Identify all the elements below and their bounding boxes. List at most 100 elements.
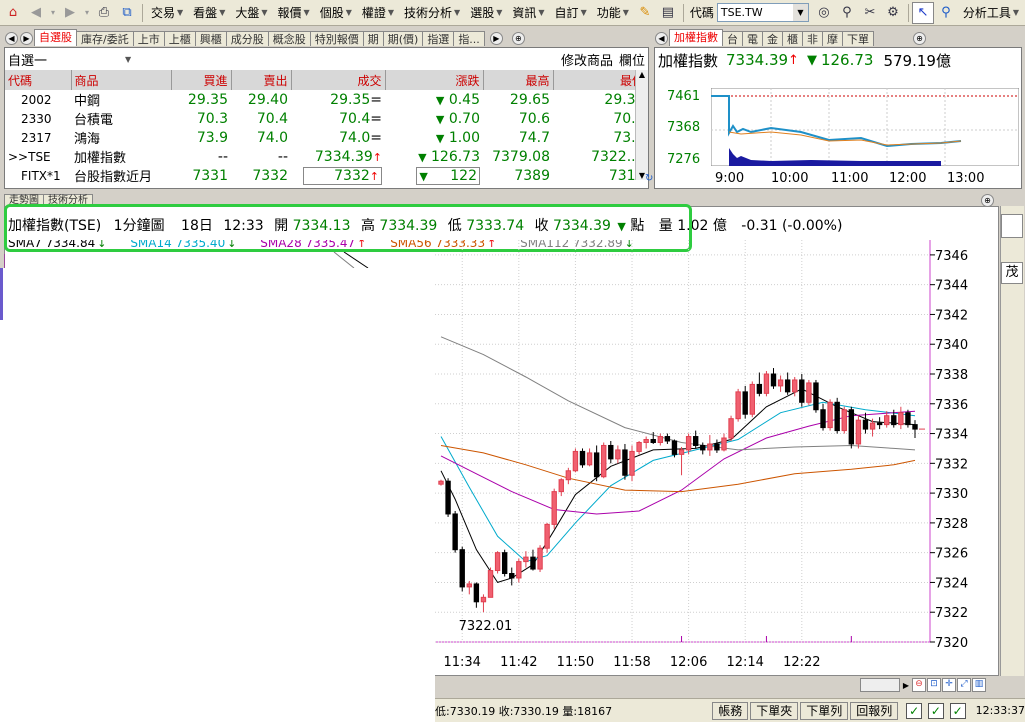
tools-icon[interactable]: ✂ [859,2,881,24]
col-high[interactable]: 最高 [483,70,554,90]
menu-item-screener[interactable]: 選股 ▼ [465,2,507,24]
tab-otc-index[interactable]: 櫃 [782,31,803,46]
chevron-down-icon[interactable]: ▼ [792,4,808,21]
table-row[interactable]: 2330 台積電 70.3 70.4 70.4= ▼ 0.70 70.6 70.… [5,109,648,129]
zoom-in-icon[interactable]: ⊕ [913,32,926,45]
strip-sma-line [343,252,369,268]
table-row[interactable]: FITX*1 台股指數近月 7331 7332 7332↑ ▼ 122 7389… [5,166,648,185]
pen-icon[interactable]: ✎ [634,2,656,24]
print-icon[interactable]: ⎙ [93,2,115,24]
tab-special[interactable]: 特別報價 [309,31,364,46]
collapse-icon[interactable]: ↻ [645,173,653,184]
tab-inventory[interactable]: 庫存/委託 [76,31,134,46]
menu-item-analysis-tool[interactable]: 分析工具 ▼ [958,2,1024,24]
zoom-fit-icon[interactable]: ⊡ [927,678,941,692]
table-row[interactable]: 2317 鴻海 73.9 74.0 74.0= ▼ 1.00 74.7 73.1 [5,128,648,148]
quote-scrollbar[interactable]: ▲ ▼ [635,70,648,180]
candle-down [742,391,748,415]
candle-down [530,556,536,570]
col-last[interactable]: 成交 [291,70,386,90]
zoom-in-icon[interactable]: ⊕ [511,32,525,45]
side-scroll-up[interactable] [1001,214,1023,238]
search-icon[interactable]: ⚲ [836,2,858,24]
crosshair-icon[interactable]: ✛ [942,678,956,692]
account-button[interactable]: 帳務 [712,701,749,720]
columns-button[interactable]: 欄位 [619,50,645,69]
scroll-track[interactable] [860,678,900,692]
code-input[interactable]: TSE.TW ▼ [716,3,809,22]
ytick-label: 7276 [667,152,701,167]
col-name[interactable]: 商品 [71,70,172,90]
tab-futures[interactable]: 期 [362,31,384,46]
menu-item-warrant[interactable]: 權證 ▼ [357,2,399,24]
menu-item-quote[interactable]: 報價 ▼ [273,2,315,24]
forward-dropdown-icon[interactable]: ▾ [82,2,92,24]
analysis-icon[interactable]: ⚲ [935,2,957,24]
menu-item-trade[interactable]: 交易 ▼ [146,2,188,24]
tab-fin[interactable]: 金 [762,31,783,46]
right-side-strip: 茂 [1000,206,1024,676]
menu-label: 看盤 [193,5,218,20]
quote-table: 代碼 商品 買進 賣出 成交 漲跌 最高 最低 2002 中鋼 29.35 29… [5,70,648,185]
home-icon[interactable]: ⌂ [2,2,24,24]
row-high: 29.65 [509,91,550,108]
order-folder-button[interactable]: 下單夾 [750,701,799,720]
tab-order[interactable]: 下單 [842,31,874,46]
tab-msci[interactable]: 摩 [822,31,843,46]
watchlist-selector[interactable]: 自選一 ▼ [8,50,131,69]
tab-index-options[interactable]: 指選 [422,31,455,46]
window-icon[interactable]: ⧉ [116,2,138,24]
note-icon[interactable]: ▤ [657,2,679,24]
tab-prev-icon[interactable]: ◀ [655,32,668,45]
menu-item-technical[interactable]: 技術分析 ▼ [399,2,465,24]
ytick-label: 7342 [935,308,968,323]
chevron-down-icon: ▼ [454,7,461,17]
table-row[interactable]: 2002 中鋼 29.35 29.40 29.35= ▼ 0.45 29.65 … [5,90,648,110]
cursor-icon[interactable]: ↖ [911,1,934,24]
tab-non[interactable]: 非 [802,31,823,46]
tab-watchlist[interactable]: 自選股 [34,29,77,46]
col-change[interactable]: 漲跌 [385,70,484,90]
scroll-right-icon[interactable]: ▶ [900,681,912,690]
tab-futures-price[interactable]: 期(價) [382,31,424,46]
back-icon[interactable]: ◀ [25,2,47,24]
tab-components[interactable]: 成分股 [225,31,269,46]
status-checkbox-1[interactable]: ✓ [906,702,923,719]
tab-tw[interactable]: 台 [722,31,743,46]
modify-products-button[interactable]: 修改商品 [561,50,613,69]
menu-item-custom[interactable]: 自訂 ▼ [550,2,592,24]
tab-elec[interactable]: 電 [742,31,763,46]
table-row[interactable]: >>TSE 加權指數 -- -- 7334.39↑ ▼ 126.73 7379.… [5,147,648,167]
tab-concept[interactable]: 概念股 [267,31,311,46]
menu-item-info[interactable]: 資訊 ▼ [507,2,549,24]
menu-item-function[interactable]: 功能 ▼ [592,2,634,24]
status-checkbox-2[interactable]: ✓ [928,702,944,719]
tab-more[interactable]: 指... [453,31,485,46]
zoom-out-icon[interactable]: ⊖ [912,678,926,692]
tab-otc[interactable]: 上櫃 [163,31,196,46]
tab-listed[interactable]: 上市 [132,31,165,46]
binoculars-icon[interactable]: ◎ [813,2,835,24]
tab-taiex[interactable]: 加權指數 [669,29,723,46]
forward-icon[interactable]: ▶ [59,2,81,24]
menu-item-stock[interactable]: 個股 ▼ [315,2,357,24]
col-ask[interactable]: 賣出 [231,70,292,90]
tab-next-icon[interactable]: ▶ [20,32,33,45]
col-code[interactable]: 代碼 [5,70,72,90]
status-checkbox-3[interactable]: ✓ [949,702,966,719]
order-bar-button[interactable]: 下單列 [800,701,849,720]
tab-emerging[interactable]: 興櫃 [194,31,227,46]
tab-prev-icon[interactable]: ◀ [5,32,18,45]
col-bid[interactable]: 買進 [171,70,232,90]
settings-icon[interactable]: ⚙ [882,2,904,24]
report-bar-button[interactable]: 回報列 [850,701,899,720]
back-dropdown-icon[interactable]: ▾ [48,2,58,24]
side-label-button[interactable]: 茂 [1001,262,1023,284]
chart-settings-icon[interactable]: ▥ [972,678,986,692]
scroll-up-icon[interactable]: ▲ [636,70,648,79]
col-low[interactable]: 最低 [553,70,648,90]
menu-item-market[interactable]: 大盤 ▼ [230,2,272,24]
fullscreen-icon[interactable]: ⤢ [957,678,971,692]
tab-scroll-right-icon[interactable]: ▶ [489,32,503,45]
menu-item-watch[interactable]: 看盤 ▼ [188,2,230,24]
